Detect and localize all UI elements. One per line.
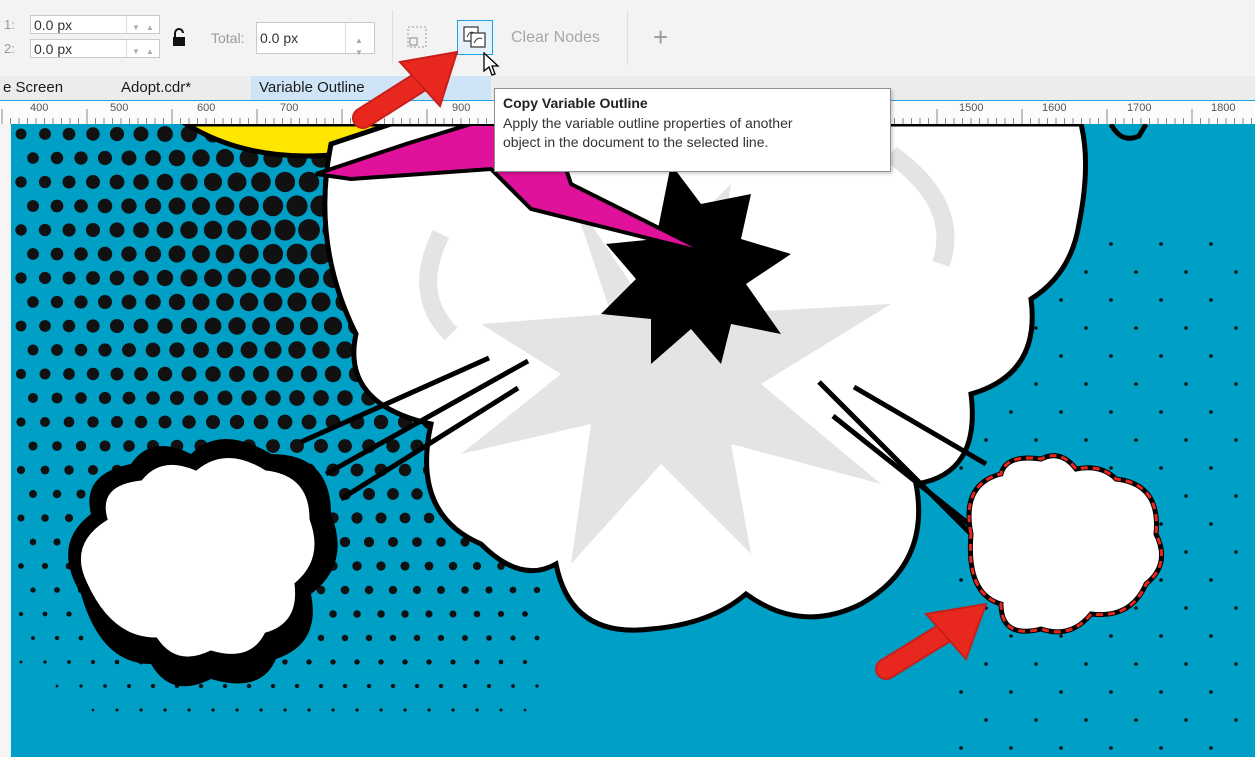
ruler-label: 1800 <box>1211 102 1236 114</box>
chevron-down-icon: ▼ <box>355 48 363 57</box>
lock-open-icon[interactable] <box>170 28 188 48</box>
tab-adopt[interactable]: Adopt.cdr* <box>113 76 251 100</box>
ruler-label: 900 <box>452 102 471 114</box>
drawing-canvas[interactable] <box>11 124 1255 757</box>
separator <box>392 10 393 65</box>
total-input[interactable]: 0.0 px ▲ ▼ <box>256 22 375 57</box>
property-bar: 1: 0.0 px ▼ ▲ 2: 0.0 px ▼ ▲ Total: 0.0 p… <box>0 0 1255 77</box>
tooltip-copy-variable-outline: Copy Variable Outline Apply the variable… <box>494 88 891 172</box>
tooltip-body-line: Apply the variable outline properties of… <box>503 115 793 131</box>
clear-nodes-button[interactable]: Clear Nodes <box>511 29 600 47</box>
width-1-value: 0.0 px <box>34 17 73 33</box>
width-2-input[interactable]: 0.0 px ▼ ▲ <box>30 39 160 58</box>
ruler-label: 700 <box>280 102 299 114</box>
chevron-down-icon: ▼ <box>132 47 140 56</box>
width-1-label: 1: <box>4 17 15 32</box>
width-2-value: 0.0 px <box>34 41 73 57</box>
ruler-label: 1500 <box>959 102 984 114</box>
width-1-input[interactable]: 0.0 px ▼ ▲ <box>30 15 160 34</box>
tab-welcome-screen[interactable]: e Screen <box>0 76 105 100</box>
chevron-up-icon: ▲ <box>146 47 154 56</box>
copy-variable-outline-icon <box>463 26 486 48</box>
ruler-label: 500 <box>110 102 129 114</box>
ruler-label: 1700 <box>1127 102 1152 114</box>
width-2-label: 2: <box>4 41 15 56</box>
total-stepper[interactable]: ▲ ▼ <box>345 23 374 57</box>
width-2-stepper[interactable]: ▼ ▲ <box>126 40 159 57</box>
total-value: 0.0 px <box>260 30 299 46</box>
tab-variable-outline[interactable]: Variable Outline <box>251 76 491 100</box>
ruler-label: 400 <box>30 102 49 114</box>
copy-variable-outline-button[interactable] <box>457 20 493 55</box>
chevron-up-icon: ▲ <box>146 23 154 32</box>
separator <box>627 10 628 65</box>
comic-burst-artwork[interactable] <box>11 124 1255 757</box>
ruler-label: 600 <box>197 102 216 114</box>
chevron-down-icon: ▼ <box>132 23 140 32</box>
node-select-icon[interactable] <box>405 24 431 52</box>
width-1-stepper[interactable]: ▼ ▲ <box>126 16 159 33</box>
tooltip-body-line: object in the document to the selected l… <box>503 134 769 150</box>
tooltip-title: Copy Variable Outline <box>503 95 648 111</box>
plus-icon[interactable]: + <box>653 22 668 53</box>
ruler-label: 1600 <box>1042 102 1067 114</box>
total-label: Total: <box>211 30 245 46</box>
